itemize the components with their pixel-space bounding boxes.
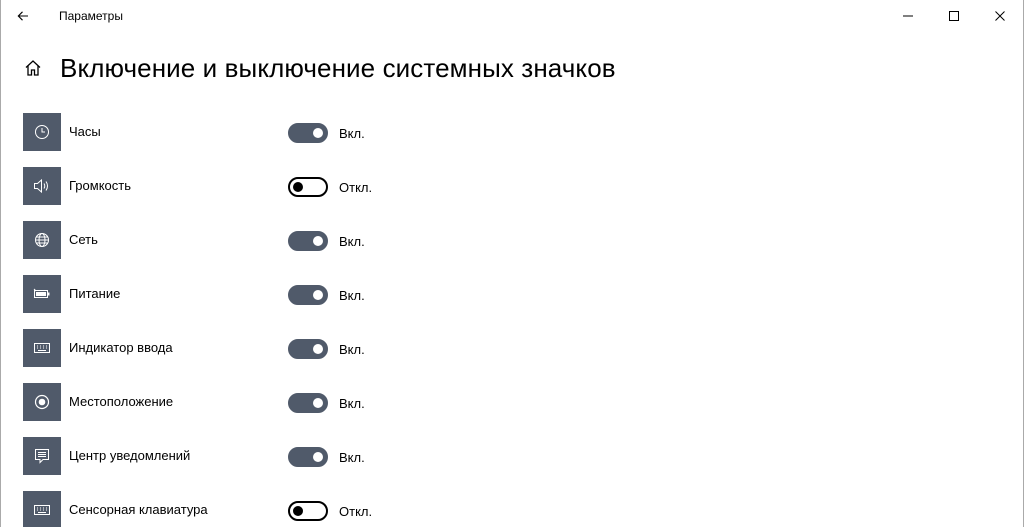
maximize-button[interactable] xyxy=(931,0,977,32)
toggle-knob xyxy=(313,398,323,408)
toggle-state-label: Откл. xyxy=(339,504,373,519)
toggle-knob xyxy=(313,344,323,354)
list-item-action-center: Центр уведомлений Вкл. xyxy=(23,437,623,491)
maximize-icon xyxy=(949,11,959,21)
toggle-knob xyxy=(293,182,303,192)
settings-window: Параметры Включение и выключение системн… xyxy=(0,0,1024,527)
title-bar: Параметры xyxy=(1,0,1023,32)
clock-tile xyxy=(23,113,61,151)
page-title: Включение и выключение системных значков xyxy=(60,52,616,83)
list-item-clock: Часы Вкл. xyxy=(23,113,623,167)
clock-icon xyxy=(35,125,49,139)
close-icon xyxy=(995,11,1005,21)
input-indicator-tile xyxy=(23,329,61,367)
toggle-state-label: Откл. xyxy=(339,180,373,195)
toggle-knob xyxy=(313,236,323,246)
list-item-power: Питание Вкл. xyxy=(23,275,623,329)
power-toggle[interactable] xyxy=(288,285,328,305)
toggle-state-label: Вкл. xyxy=(339,450,365,465)
toggle-state-label: Вкл. xyxy=(339,396,365,411)
list-item-input-indicator: Индикатор ввода Вкл. xyxy=(23,329,623,383)
power-tile xyxy=(23,275,61,313)
globe-icon xyxy=(35,233,49,247)
volume-toggle[interactable] xyxy=(288,177,328,197)
toggle-knob xyxy=(313,128,323,138)
page-header: Включение и выключение системных значков xyxy=(23,50,616,86)
keyboard-icon xyxy=(34,343,50,353)
input-indicator-toggle[interactable] xyxy=(288,339,328,359)
item-label: Индикатор ввода xyxy=(69,340,173,355)
window-controls xyxy=(885,0,1023,32)
item-label: Сеть xyxy=(69,232,98,247)
item-label: Громкость xyxy=(69,178,131,193)
item-label: Центр уведомлений xyxy=(69,448,191,463)
touch-keyboard-tile xyxy=(23,491,61,527)
location-tile xyxy=(23,383,61,421)
home-icon xyxy=(25,60,41,76)
list-item-network: Сеть Вкл. xyxy=(23,221,623,275)
clock-toggle[interactable] xyxy=(288,123,328,143)
action-center-toggle[interactable] xyxy=(288,447,328,467)
notification-icon xyxy=(35,449,49,464)
network-toggle[interactable] xyxy=(288,231,328,251)
action-center-tile xyxy=(23,437,61,475)
minimize-button[interactable] xyxy=(885,0,931,32)
back-button[interactable] xyxy=(1,0,45,32)
toggle-state-label: Вкл. xyxy=(339,288,365,303)
location-icon xyxy=(34,394,50,410)
list-item-volume: Громкость Откл. xyxy=(23,167,623,221)
item-label: Сенсорная клавиатура xyxy=(69,502,208,517)
list-item-location: Местоположение Вкл. xyxy=(23,383,623,437)
toggle-state-label: Вкл. xyxy=(339,234,365,249)
toggle-knob xyxy=(313,452,323,462)
minimize-icon xyxy=(903,15,913,17)
toggle-state-label: Вкл. xyxy=(339,342,365,357)
item-label: Местоположение xyxy=(69,394,174,409)
system-icons-list: Часы Вкл. Громкость Откл. Сеть Вкл. Пита… xyxy=(23,113,623,527)
list-item-touch-keyboard: Сенсорная клавиатура Откл. xyxy=(23,491,623,527)
back-arrow-icon xyxy=(17,11,28,21)
touch-keyboard-toggle[interactable] xyxy=(288,501,328,521)
touch-keyboard-icon xyxy=(34,505,50,515)
toggle-knob xyxy=(313,290,323,300)
toggle-state-label: Вкл. xyxy=(339,126,365,141)
item-label: Питание xyxy=(69,286,121,301)
network-tile xyxy=(23,221,61,259)
app-title: Параметры xyxy=(59,9,123,23)
speaker-icon xyxy=(34,178,48,194)
battery-icon xyxy=(33,288,50,298)
volume-tile xyxy=(23,167,61,205)
toggle-knob xyxy=(293,506,303,516)
home-button[interactable] xyxy=(23,58,43,78)
location-toggle[interactable] xyxy=(288,393,328,413)
item-label: Часы xyxy=(69,124,101,139)
close-button[interactable] xyxy=(977,0,1023,32)
